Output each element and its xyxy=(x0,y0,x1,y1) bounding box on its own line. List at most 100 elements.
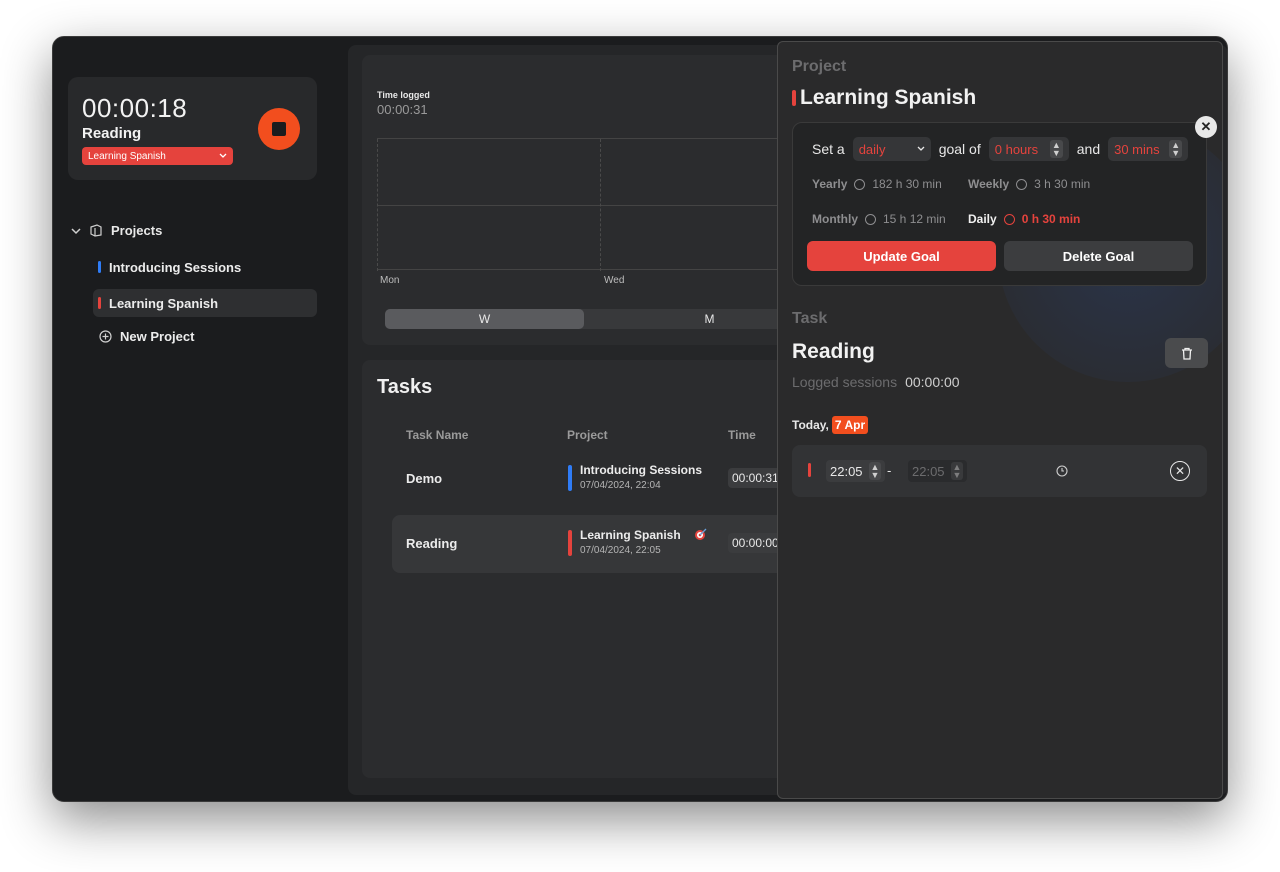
delete-goal-button[interactable]: Delete Goal xyxy=(1004,241,1193,271)
goal-period-value: daily xyxy=(858,141,886,157)
project-color-bar xyxy=(568,530,572,556)
goal-mins-stepper[interactable]: 30 mins ▲ ▼ xyxy=(1108,137,1189,161)
tasks-card: Tasks Task Name Project Time Demo Introd… xyxy=(362,360,832,778)
stat-value: 15 h 12 min xyxy=(883,212,946,226)
today-date-badge: 7 Apr xyxy=(831,416,869,434)
stat-label: Weekly xyxy=(968,177,1010,191)
session-separator: - xyxy=(887,463,892,478)
close-icon: ✕ xyxy=(1200,119,1212,134)
stepper-arrows-icon[interactable]: ▲ ▼ xyxy=(1169,140,1183,158)
stepper-arrows-icon[interactable]: ▲ ▼ xyxy=(1049,140,1063,158)
session-start-field[interactable]: 22:05 ▲ ▼ xyxy=(826,460,886,482)
task-date: 07/04/2024, 22:05 xyxy=(580,545,661,556)
chevron-down-icon xyxy=(917,146,925,151)
chart-gridline xyxy=(600,139,601,271)
close-goal-editor-button[interactable]: ✕ xyxy=(1195,116,1217,138)
stepper-arrows-icon[interactable]: ▲ ▼ xyxy=(868,462,882,480)
chevron-down-icon xyxy=(71,227,81,234)
goal-period-select[interactable]: daily xyxy=(852,137,931,161)
chart-gridline xyxy=(377,205,832,206)
column-header-task-name[interactable]: Task Name xyxy=(406,428,468,442)
segment-week[interactable]: W xyxy=(385,309,584,329)
project-name: Learning Spanish xyxy=(800,86,977,109)
new-project-button[interactable]: New Project xyxy=(99,329,194,344)
task-project: Learning Spanish xyxy=(580,528,681,542)
projects-icon xyxy=(90,224,102,237)
stepper-arrows-icon[interactable]: ▲ ▼ xyxy=(950,462,964,480)
column-header-project[interactable]: Project xyxy=(567,428,608,442)
stat-value: 0 h 30 min xyxy=(1021,212,1081,226)
project-color-bar xyxy=(808,463,811,477)
chart-gridline xyxy=(377,139,378,271)
stat-daily: Daily 0 h 30 min xyxy=(968,212,1080,226)
projects-section-toggle[interactable]: Projects xyxy=(71,223,162,238)
stat-label: Daily xyxy=(968,212,997,226)
goal-hours-stepper[interactable]: 0 hours ▲ ▼ xyxy=(988,137,1069,161)
app-window: 00:00:18 Reading Learning Spanish Projec… xyxy=(52,36,1228,802)
project-color-bar xyxy=(792,90,796,106)
clock-icon[interactable] xyxy=(1056,465,1068,477)
today-label: Today, xyxy=(792,418,829,432)
clock-icon xyxy=(854,178,866,190)
remove-session-button[interactable]: ✕ xyxy=(1170,461,1190,481)
new-project-label: New Project xyxy=(120,329,195,344)
stat-value: 182 h 30 min xyxy=(872,177,942,191)
sidebar-item-label: Learning Spanish xyxy=(109,295,219,311)
chart-plot-area xyxy=(377,138,832,271)
logged-sessions-label: Logged sessions xyxy=(792,374,898,390)
time-logged-value: 00:00:31 xyxy=(377,102,428,117)
chart-day-label: Wed xyxy=(604,275,625,286)
delete-task-button[interactable] xyxy=(1165,338,1208,368)
timer-project-select[interactable]: Learning Spanish xyxy=(82,147,233,165)
inspector-panel: Project Learning Spanish Set a daily goa… xyxy=(777,41,1223,799)
tasks-title: Tasks xyxy=(377,376,433,398)
project-color-bar xyxy=(98,261,101,273)
sidebar-item-introducing-sessions[interactable]: Introducing Sessions xyxy=(93,253,317,281)
session-end-value: 22:05 xyxy=(912,463,945,479)
alarm-clock-icon xyxy=(1003,213,1015,225)
projects-section-label: Projects xyxy=(111,223,163,238)
task-date: 07/04/2024, 22:04 xyxy=(580,480,661,491)
stat-label: Yearly xyxy=(812,177,848,191)
stat-yearly: Yearly 182 h 30 min xyxy=(812,177,942,191)
stat-monthly: Monthly 15 h 12 min xyxy=(812,212,946,226)
range-segmented-control: W M xyxy=(385,309,835,329)
goal-mins-value: 30 mins xyxy=(1114,141,1160,157)
task-project: Introducing Sessions xyxy=(580,463,703,477)
chevron-down-icon xyxy=(219,153,227,158)
project-title: Learning Spanish xyxy=(792,86,976,110)
session-end-field[interactable]: 22:05 ▲ ▼ xyxy=(908,460,968,482)
trash-icon xyxy=(1181,347,1192,360)
project-color-bar xyxy=(98,297,101,309)
logged-sessions: Logged sessions 00:00:00 xyxy=(792,374,960,390)
timer-elapsed: 00:00:18 xyxy=(82,93,188,123)
column-header-time[interactable]: Time xyxy=(728,428,756,442)
time-logged-label: Time logged xyxy=(377,90,430,100)
task-name: Demo xyxy=(406,471,443,486)
task-title: Reading xyxy=(792,340,875,363)
task-section-header: Task xyxy=(792,310,828,327)
session-start-value: 22:05 xyxy=(830,463,863,479)
session-row: 22:05 ▲ ▼ - 22:05 ▲ ▼ ✕ xyxy=(792,445,1207,497)
plus-circle-icon xyxy=(99,330,112,343)
goal-hours-value: 0 hours xyxy=(994,141,1039,157)
goal-prefix: Set a xyxy=(812,141,845,157)
time-chart-card: Time logged 00:00:31 Mon Wed W M xyxy=(362,55,835,345)
clock-icon xyxy=(1016,178,1028,190)
sidebar-item-label: Introducing Sessions xyxy=(109,259,242,275)
session-day-header: Today, 7 Apr xyxy=(792,416,869,434)
update-goal-button[interactable]: Update Goal xyxy=(807,241,996,271)
stop-timer-button[interactable] xyxy=(258,108,300,150)
task-name: Reading xyxy=(406,536,458,551)
clock-icon xyxy=(865,213,876,225)
project-section-header: Project xyxy=(792,58,847,75)
table-row[interactable]: Demo Introducing Sessions 07/04/2024, 22… xyxy=(392,450,832,508)
stat-value: 3 h 30 min xyxy=(1034,177,1091,191)
close-circle-icon: ✕ xyxy=(1174,464,1186,478)
goal-editor: Set a daily goal of 0 hours ▲ ▼ and 30 mi… xyxy=(792,122,1207,286)
logged-sessions-value: 00:00:00 xyxy=(905,374,960,390)
timer-task-name: Reading xyxy=(82,125,142,142)
sidebar-item-learning-spanish[interactable]: Learning Spanish xyxy=(93,289,317,317)
table-row[interactable]: Reading Learning Spanish 07/04/2024, 22:… xyxy=(392,515,832,573)
timer-card: 00:00:18 Reading Learning Spanish xyxy=(68,77,317,180)
